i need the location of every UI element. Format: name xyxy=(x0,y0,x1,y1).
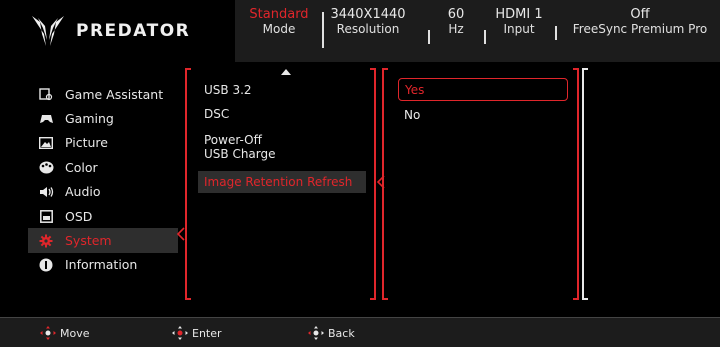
submenu-item-usb32[interactable]: USB 3.2 xyxy=(198,83,252,97)
status-resolution-value: 3440X1440 xyxy=(330,7,406,22)
picture-icon xyxy=(38,135,54,151)
sidebar-item-label: OSD xyxy=(65,208,93,224)
submenu-item-dsc[interactable]: DSC xyxy=(198,107,229,121)
status-freesync: Off FreeSync Premium Pro xyxy=(565,7,715,37)
status-input: HDMI 1 Input xyxy=(492,7,546,37)
sidebar-item-color[interactable]: Color xyxy=(28,155,178,179)
sidebar-menu: Game Assistant Gaming Picture Color Audi… xyxy=(28,82,178,277)
status-resolution: 3440X1440 Resolution xyxy=(330,7,406,37)
detail-bracket-left xyxy=(582,68,588,300)
gamepad-icon xyxy=(38,111,54,127)
sidebar-item-label: System xyxy=(65,233,112,249)
status-divider xyxy=(555,26,557,40)
status-refresh-label: Hz xyxy=(448,22,464,36)
predator-logo-icon xyxy=(32,16,64,46)
status-strip: Standard Mode 3440X1440 Resolution 60 Hz… xyxy=(235,0,720,62)
info-icon xyxy=(38,257,54,273)
sidebar-item-gaming[interactable]: Gaming xyxy=(28,106,178,130)
osd-main: Game Assistant Gaming Picture Color Audi… xyxy=(0,62,720,317)
sidebar-item-label: Audio xyxy=(65,184,101,200)
status-input-value: HDMI 1 xyxy=(495,7,543,22)
status-mode-label: Mode xyxy=(262,22,296,36)
sidebar-item-label: Information xyxy=(65,257,138,273)
submenu-item-label: Power-Off xyxy=(204,133,262,147)
sidebar-item-label: Gaming xyxy=(65,111,114,127)
osd-icon xyxy=(38,208,54,224)
status-input-label: Input xyxy=(503,22,535,36)
game-assistant-icon xyxy=(38,86,54,102)
scroll-up-arrow-icon[interactable] xyxy=(281,69,291,75)
dpad-back-icon xyxy=(308,326,324,340)
status-mode: Standard Mode xyxy=(249,7,309,37)
status-freesync-label: FreeSync Premium Pro xyxy=(572,22,708,36)
sidebar-item-osd[interactable]: OSD xyxy=(28,204,178,228)
sidebar-item-label: Picture xyxy=(65,135,108,151)
gear-icon xyxy=(38,233,54,249)
footer-enter-label: Enter xyxy=(192,326,222,340)
footer-move: Move xyxy=(40,326,90,340)
submenu-bracket-left xyxy=(185,68,191,300)
status-mode-value: Standard xyxy=(249,7,309,22)
footer-back-label: Back xyxy=(328,326,355,340)
status-divider xyxy=(322,12,324,48)
status-divider xyxy=(428,30,430,44)
submenu-item-label-line2: USB Charge xyxy=(204,147,276,161)
predator-logo: PREDATOR xyxy=(30,14,190,48)
status-resolution-label: Resolution xyxy=(336,22,400,36)
sidebar-item-picture[interactable]: Picture xyxy=(28,131,178,155)
header-bar: PREDATOR Standard Mode 3440X1440 Resolut… xyxy=(0,0,720,62)
dpad-move-icon xyxy=(40,326,56,340)
status-refresh-value: 60 xyxy=(447,7,465,22)
palette-icon xyxy=(38,159,54,175)
brand-name: PREDATOR xyxy=(76,21,191,41)
sidebar-item-system[interactable]: System xyxy=(28,228,178,253)
options-bracket-right xyxy=(573,68,579,300)
submenu-item-image-retention-refresh[interactable]: Image Retention Refresh xyxy=(198,171,366,193)
option-no[interactable]: No xyxy=(404,108,420,122)
submenu-item-power-off-usb-charge[interactable]: Power-Off USB Charge xyxy=(198,133,276,161)
dpad-enter-icon xyxy=(172,326,188,340)
footer-move-label: Move xyxy=(60,326,90,340)
sidebar-item-game-assistant[interactable]: Game Assistant xyxy=(28,82,178,106)
sidebar-item-label: Color xyxy=(65,159,98,175)
status-freesync-value: Off xyxy=(630,7,650,22)
sidebar-item-information[interactable]: Information xyxy=(28,253,178,277)
sidebar-item-audio[interactable]: Audio xyxy=(28,180,178,204)
status-refresh: 60 Hz xyxy=(438,7,474,37)
sidebar-item-label: Game Assistant xyxy=(65,86,164,102)
status-divider xyxy=(484,30,486,44)
footer-bar: Move Enter Back xyxy=(0,317,720,347)
speaker-icon xyxy=(38,184,54,200)
footer-enter: Enter xyxy=(172,326,222,340)
options-bracket-left xyxy=(382,68,388,300)
option-yes[interactable]: Yes xyxy=(398,78,568,101)
footer-back: Back xyxy=(308,326,355,340)
